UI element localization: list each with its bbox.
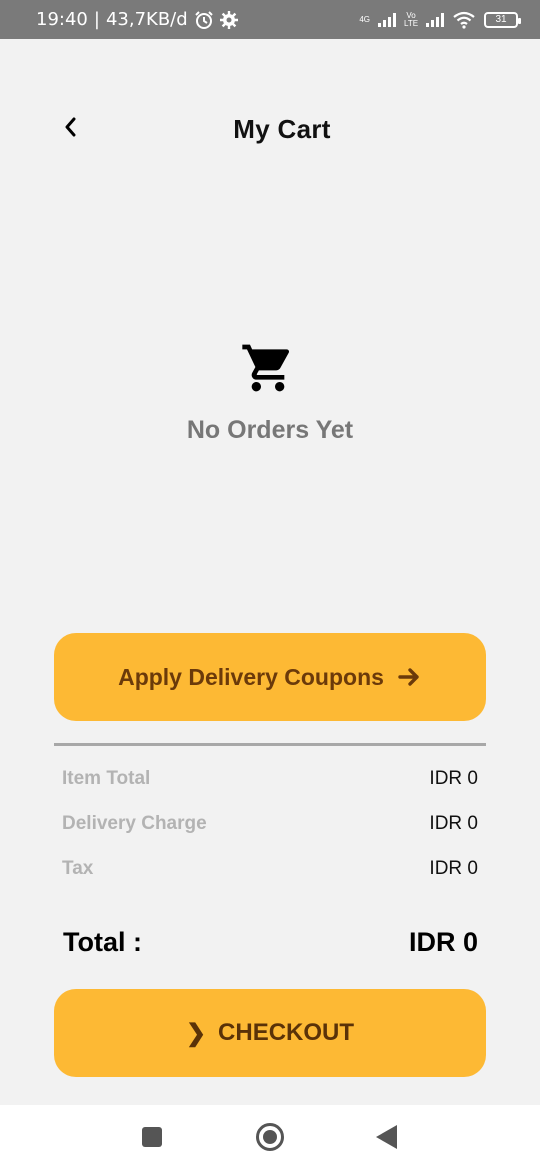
status-left: 19:40 | 43,7KB/d: [36, 9, 238, 30]
summary-value: IDR 0: [429, 813, 478, 834]
status-right: 4G Vo LTE 31: [359, 10, 521, 29]
checkout-label: CHECKOUT: [218, 1019, 355, 1046]
status-separator: |: [93, 9, 100, 30]
system-back-button[interactable]: [376, 1125, 397, 1149]
home-button[interactable]: [256, 1123, 284, 1151]
wifi-icon: [453, 11, 475, 29]
arrow-right-icon: [398, 668, 419, 686]
volte-tag: Vo LTE: [404, 10, 419, 28]
summary-row-tax: Tax IDR 0: [62, 858, 478, 880]
divider: [54, 743, 486, 746]
cart-screen: 19:40 | 43,7KB/d 4G Vo LTE 31 My Cart No…: [0, 0, 540, 1170]
status-time: 19:40: [36, 9, 88, 30]
shopping-cart-icon: [242, 344, 290, 392]
signal-icon-2: [426, 12, 444, 27]
apply-coupons-label: Apply Delivery Coupons: [118, 663, 384, 690]
total-value: IDR 0: [408, 927, 478, 957]
settings-gear-icon: [219, 10, 238, 29]
page-title: My Cart: [233, 114, 331, 144]
status-speed: 43,7KB/d: [105, 9, 188, 30]
signal-icon: [378, 12, 396, 27]
alarm-icon: [194, 10, 213, 29]
checkout-button[interactable]: ❯ CHECKOUT: [54, 989, 486, 1077]
empty-cart-message: No Orders Yet: [186, 416, 354, 444]
summary-row-item-total: Item Total IDR 0: [62, 768, 478, 790]
total-label: Total :: [63, 927, 142, 957]
status-bar: 19:40 | 43,7KB/d 4G Vo LTE 31: [0, 0, 540, 39]
battery-icon: 31: [484, 11, 521, 28]
network-tag: 4G: [359, 14, 370, 24]
summary-label: Delivery Charge: [62, 813, 207, 834]
recent-apps-button[interactable]: [142, 1127, 162, 1147]
summary-value: IDR 0: [429, 768, 478, 789]
summary-row-delivery-charge: Delivery Charge IDR 0: [62, 813, 478, 835]
summary-value: IDR 0: [429, 858, 478, 879]
apply-coupons-button[interactable]: Apply Delivery Coupons: [54, 633, 486, 721]
summary-label: Item Total: [62, 768, 151, 789]
navigation-bar: [0, 1105, 540, 1170]
chevron-right-icon: ❯: [185, 1019, 207, 1047]
summary-label: Tax: [62, 858, 94, 879]
total-row: Total : IDR 0: [63, 927, 478, 958]
